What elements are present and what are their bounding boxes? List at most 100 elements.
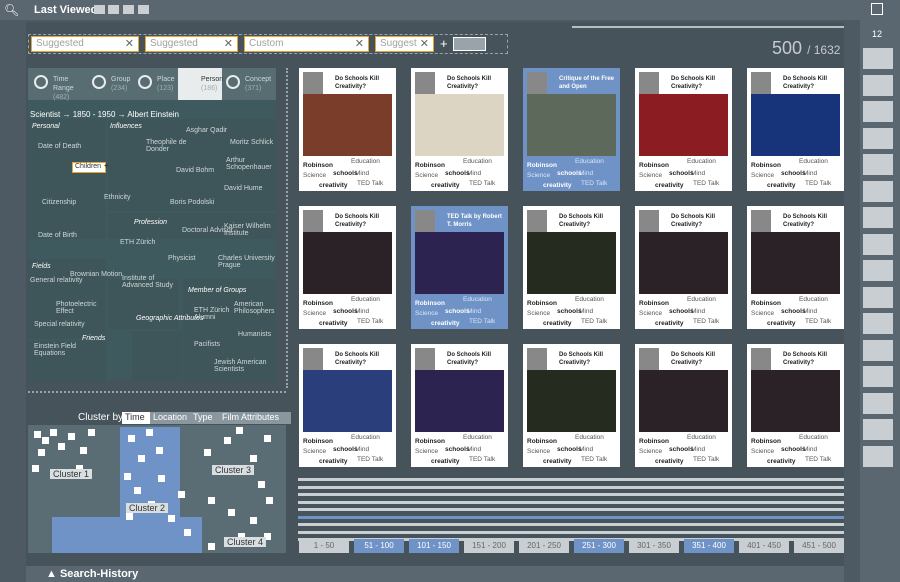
film-tag[interactable]: creativity [319,458,348,465]
search-field[interactable]: Custom ✕ [244,36,369,52]
facet-tab[interactable]: Group (234) [90,72,134,98]
cluster-point[interactable] [68,433,75,440]
page-button[interactable]: 151 - 200 [464,539,514,553]
cluster-tab[interactable]: Film Attributes [219,412,291,424]
facet-item[interactable]: David Hume [224,185,263,192]
facet-item[interactable]: Charles University Prague [218,255,276,269]
cluster-label[interactable]: Cluster 4 [224,537,267,547]
film-tag[interactable]: schools [557,170,582,177]
cluster-point[interactable] [34,431,41,438]
film-card[interactable]: Do Schools Kill Creativity? Robinson Educa… [523,206,620,329]
close-icon[interactable]: ✕ [125,37,134,50]
breadcrumb-item[interactable]: Albert Einstein [127,110,179,119]
cluster-point[interactable] [80,447,87,454]
film-card[interactable]: Do Schools Kill Creativity? Robinson Educa… [299,206,396,329]
facet-item[interactable]: Institute of Advanced Study [122,275,180,289]
cluster-point[interactable] [134,487,141,494]
history-slot[interactable] [863,207,893,228]
film-tag[interactable]: Mind [579,170,593,177]
film-tag[interactable]: Mind [579,308,593,315]
cluster-point[interactable] [50,429,57,436]
film-tag[interactable]: schools [557,308,582,315]
history-slot[interactable] [863,127,893,149]
result-row[interactable] [298,485,844,489]
film-tag[interactable]: schools [445,446,470,453]
cluster-point[interactable] [124,473,131,480]
film-tag[interactable]: schools [781,446,806,453]
history-slot[interactable] [863,313,893,334]
film-tag[interactable]: Mind [691,446,705,453]
cluster-point[interactable] [38,449,45,456]
cluster-point[interactable] [184,529,191,536]
slider-track[interactable] [572,26,844,28]
facet-item[interactable]: Jewish American Scientists [214,359,272,373]
film-tag[interactable]: Education [799,434,828,441]
film-tag[interactable]: TED Talk [357,180,383,187]
cluster-view[interactable]: Cluster 1 Cluster 2 Cluster 3 Cluster 4 [28,425,286,553]
film-tag[interactable]: TED Talk [693,456,719,463]
film-tag[interactable]: Robinson [751,162,781,169]
film-tag[interactable]: Robinson [527,300,557,307]
film-tag[interactable]: Education [575,158,604,165]
film-tag[interactable]: Education [351,296,380,303]
facet-item[interactable]: Citizenship [42,199,76,206]
film-tag[interactable]: Robinson [415,438,445,445]
film-card[interactable]: TED Talk by Robert T. Morris Robinson Educ… [411,206,508,329]
film-tag[interactable]: TED Talk [805,318,831,325]
cluster-point[interactable] [264,435,271,442]
film-tag[interactable]: schools [333,308,358,315]
history-slot[interactable] [863,286,893,308]
film-tag[interactable]: creativity [319,182,348,189]
history-slot[interactable] [863,366,893,387]
film-tag[interactable]: Mind [579,446,593,453]
film-tag[interactable]: Education [687,158,716,165]
film-tag[interactable]: Science [303,310,326,317]
film-tag[interactable]: creativity [767,458,796,465]
film-tag[interactable]: creativity [767,320,796,327]
film-tag[interactable]: creativity [543,182,572,189]
film-tag[interactable]: Science [751,310,774,317]
page-button[interactable]: 451 - 500 [794,539,844,553]
cluster-point[interactable] [204,449,211,456]
history-slot[interactable] [863,180,893,202]
film-tag[interactable]: Robinson [751,300,781,307]
cluster-point[interactable] [228,509,235,516]
history-slot[interactable] [863,233,893,255]
facet-item[interactable]: Arthur Schopenhauer [226,157,276,171]
film-tag[interactable]: Science [527,448,550,455]
facet-tab[interactable]: Time Range (482) [32,72,76,101]
film-tag[interactable]: Mind [691,308,705,315]
facet-item[interactable]: Boris Podolski [170,199,214,206]
page-button[interactable]: 51 - 100 [354,539,404,553]
last-viewed-slot[interactable] [108,5,119,14]
film-tag[interactable]: schools [445,170,470,177]
facet-item[interactable]: Brownian Motion [70,271,122,278]
cluster-point[interactable] [32,465,39,472]
film-tag[interactable]: Robinson [751,438,781,445]
cluster-point[interactable] [266,497,273,504]
film-tag[interactable]: Science [415,172,438,179]
window-icon[interactable] [871,3,883,15]
cluster-label[interactable]: Cluster 1 [50,469,93,479]
film-tag[interactable]: TED Talk [469,180,495,187]
film-tag[interactable]: schools [557,446,582,453]
film-tag[interactable]: TED Talk [357,318,383,325]
result-row[interactable] [298,515,844,519]
film-tag[interactable]: TED Talk [469,318,495,325]
facet-item[interactable]: ETH Zürich [120,239,155,246]
history-slot[interactable] [863,419,893,440]
film-tag[interactable]: TED Talk [805,180,831,187]
cluster-point[interactable] [138,455,145,462]
film-tag[interactable]: schools [669,446,694,453]
search-history-label[interactable]: ▲ Search-History [46,568,138,580]
search-history-bar[interactable]: ▲ Search-History [26,566,844,582]
last-viewed-slot[interactable] [94,5,105,14]
film-tag[interactable]: Science [639,172,662,179]
film-tag[interactable]: Education [351,158,380,165]
history-slot[interactable] [863,48,893,69]
plus-icon[interactable]: + [104,163,108,170]
film-tag[interactable]: TED Talk [581,180,607,187]
facet-item[interactable]: Einstein Field Equations [34,343,92,357]
cluster-point[interactable] [128,435,135,442]
facet-item[interactable]: American Philosophers [234,301,276,315]
